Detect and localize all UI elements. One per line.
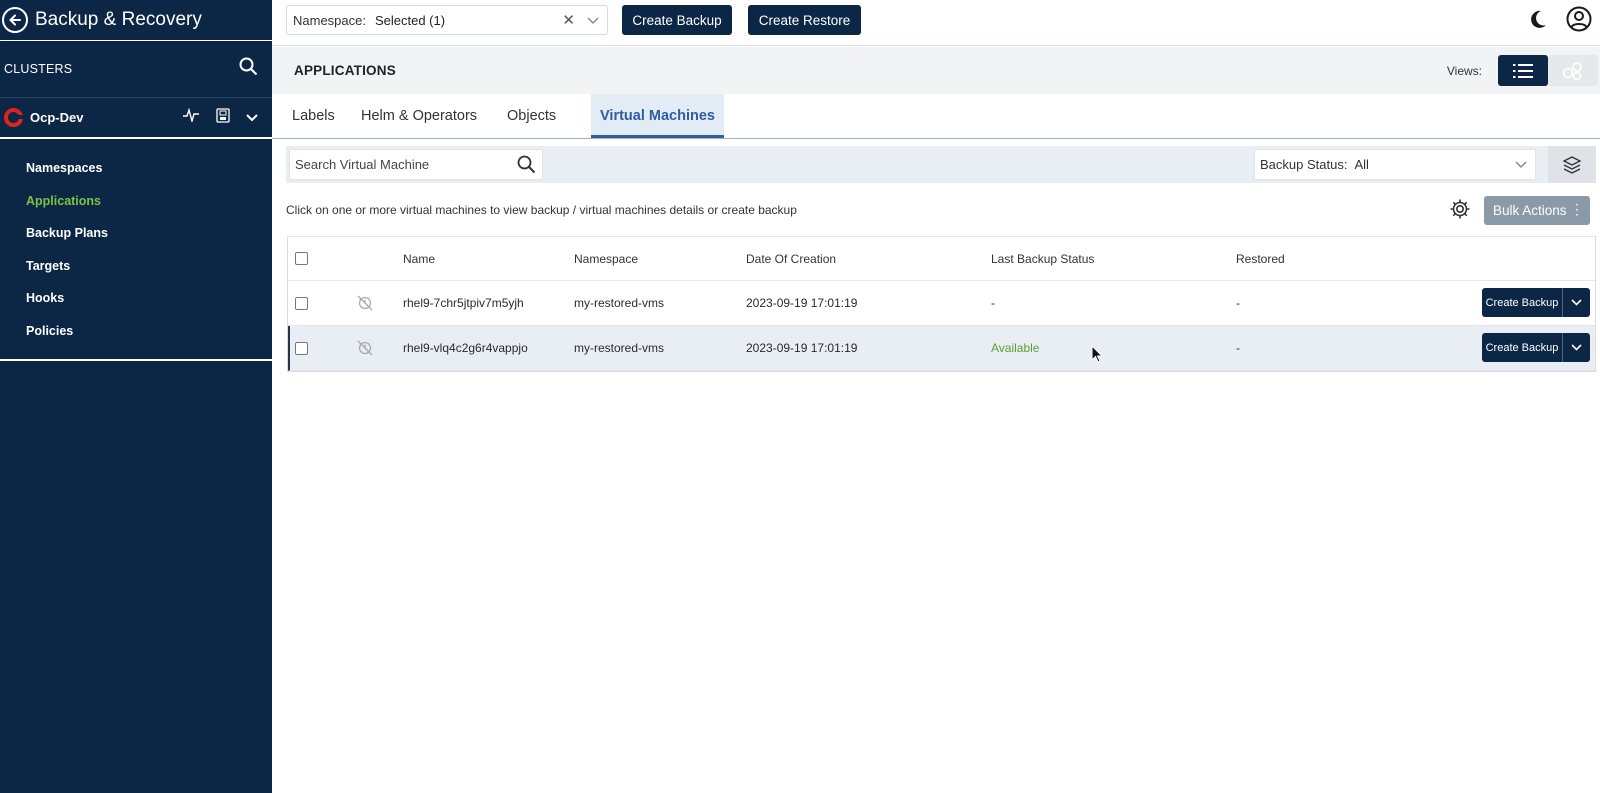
search-input[interactable]: Search Virtual Machine (289, 149, 543, 180)
vm-name[interactable]: rhel9-vlq4c2g6r4vappjo (403, 326, 528, 370)
cluster-item[interactable]: Ocp-Dev (0, 98, 272, 139)
table-row[interactable]: rhel9-vlq4c2g6r4vappjo my-restored-vms 2… (288, 326, 1595, 371)
column-header-name[interactable]: Name (403, 237, 435, 280)
chevron-down-icon[interactable] (1562, 333, 1590, 362)
row-create-backup-label: Create Backup (1485, 296, 1559, 309)
helper-text: Click on one or more virtual machines to… (286, 203, 797, 217)
create-restore-button[interactable]: Create Restore (748, 5, 861, 35)
page-header: APPLICATIONS Views: (272, 47, 1600, 94)
row-create-backup-button[interactable]: Create Backup (1482, 288, 1590, 317)
vm-status-icon (356, 326, 374, 370)
vm-table: Name Namespace Date Of Creation Last Bac… (287, 236, 1596, 372)
table-header-row: Name Namespace Date Of Creation Last Bac… (288, 237, 1595, 281)
clusters-header: CLUSTERS (0, 41, 272, 98)
vm-created: 2023-09-19 17:01:19 (746, 341, 858, 355)
openshift-logo-icon (4, 108, 24, 127)
backup-status-value: All (1354, 157, 1369, 172)
search-icon[interactable] (517, 155, 536, 177)
row-checkbox[interactable] (295, 341, 308, 355)
namespace-value: Selected (1) (374, 12, 446, 28)
nav-item-applications[interactable]: Applications (0, 185, 272, 218)
sidebar-nav: Namespaces Applications Backup Plans Tar… (0, 139, 272, 361)
clusters-label: CLUSTERS (4, 62, 73, 76)
storage-icon[interactable] (216, 107, 230, 128)
back-arrow-icon[interactable] (2, 7, 28, 33)
user-account-icon[interactable] (1566, 6, 1592, 37)
nav-item-backup-plans[interactable]: Backup Plans (0, 217, 272, 250)
list-view-button[interactable] (1498, 55, 1548, 86)
column-header-date[interactable]: Date Of Creation (746, 237, 836, 280)
column-header-restored[interactable]: Restored (1236, 237, 1285, 280)
top-bar: Namespace: Selected (1) ✕ Create Backup … (272, 0, 1600, 46)
vm-name[interactable]: rhel9-7chr5jtpiv7m5yjh (403, 281, 524, 325)
row-checkbox[interactable] (295, 296, 308, 310)
namespace-select[interactable]: Namespace: Selected (1) ✕ (286, 5, 608, 35)
nav-item-namespaces[interactable]: Namespaces (0, 152, 272, 185)
app-title: Backup & Recovery (35, 9, 202, 30)
nav-item-targets[interactable]: Targets (0, 250, 272, 283)
cluster-name: Ocp-Dev (30, 110, 84, 125)
mouse-cursor-icon (1091, 344, 1104, 368)
views-label: Views: (1446, 63, 1482, 78)
nav-item-hooks[interactable]: Hooks (0, 282, 272, 315)
table-row[interactable]: rhel9-7chr5jtpiv7m5yjh my-restored-vms 2… (288, 281, 1595, 326)
vm-last-backup-status: Available (991, 341, 1040, 355)
pulse-icon[interactable] (182, 107, 200, 127)
vm-restored: - (1236, 341, 1240, 355)
bulk-actions-label: Bulk Actions (1493, 203, 1567, 218)
tab-helm-operators[interactable]: Helm & Operators (352, 94, 486, 138)
bulk-actions-button[interactable]: Bulk Actions ⋮ (1484, 196, 1590, 225)
tab-objects[interactable]: Objects (498, 94, 565, 138)
search-icon[interactable] (239, 57, 258, 81)
column-header-last-backup-status[interactable]: Last Backup Status (991, 237, 1094, 280)
vm-last-backup-status: - (991, 296, 995, 310)
tab-bar: Labels Helm & Operators Objects Virtual … (272, 94, 1600, 139)
namespace-label: Namespace: (293, 12, 366, 28)
vm-namespace: my-restored-vms (574, 296, 665, 310)
chevron-down-icon[interactable] (1515, 157, 1527, 172)
row-create-backup-button[interactable]: Create Backup (1482, 333, 1590, 362)
kebab-icon: ⋮ (1570, 201, 1584, 217)
tab-labels[interactable]: Labels (283, 94, 344, 138)
vm-restored: - (1236, 296, 1240, 310)
vm-created: 2023-09-19 17:01:19 (746, 296, 858, 310)
graph-view-button[interactable] (1548, 55, 1598, 86)
layers-icon (1563, 155, 1581, 174)
vm-status-icon (356, 281, 374, 325)
backup-status-select[interactable]: Backup Status: All (1254, 149, 1536, 180)
tab-virtual-machines[interactable]: Virtual Machines (591, 94, 724, 138)
clear-icon[interactable]: ✕ (562, 11, 575, 29)
list-icon (1513, 63, 1533, 78)
sidebar: Backup & Recovery CLUSTERS Ocp-Dev Names… (0, 0, 272, 793)
topology-icon (1562, 61, 1582, 80)
page-title: APPLICATIONS (294, 63, 396, 78)
search-placeholder: Search Virtual Machine (295, 157, 430, 172)
create-backup-button[interactable]: Create Backup (622, 5, 732, 35)
filter-bar: Search Virtual Machine Backup Status: Al… (286, 146, 1596, 183)
sidebar-header: Backup & Recovery (0, 0, 272, 41)
nav-item-policies[interactable]: Policies (0, 315, 272, 348)
chevron-down-icon[interactable] (246, 109, 258, 127)
select-all-checkbox[interactable] (295, 252, 308, 265)
chevron-down-icon[interactable] (1562, 288, 1590, 317)
column-header-namespace[interactable]: Namespace (574, 237, 638, 280)
row-create-backup-label: Create Backup (1485, 341, 1559, 354)
columns-toggle-button[interactable] (1548, 146, 1596, 183)
gear-icon[interactable] (1449, 198, 1471, 225)
chevron-down-icon[interactable] (587, 13, 599, 28)
dark-mode-icon[interactable] (1526, 8, 1548, 35)
backup-status-label: Backup Status: (1260, 157, 1348, 172)
vm-namespace: my-restored-vms (574, 341, 665, 355)
